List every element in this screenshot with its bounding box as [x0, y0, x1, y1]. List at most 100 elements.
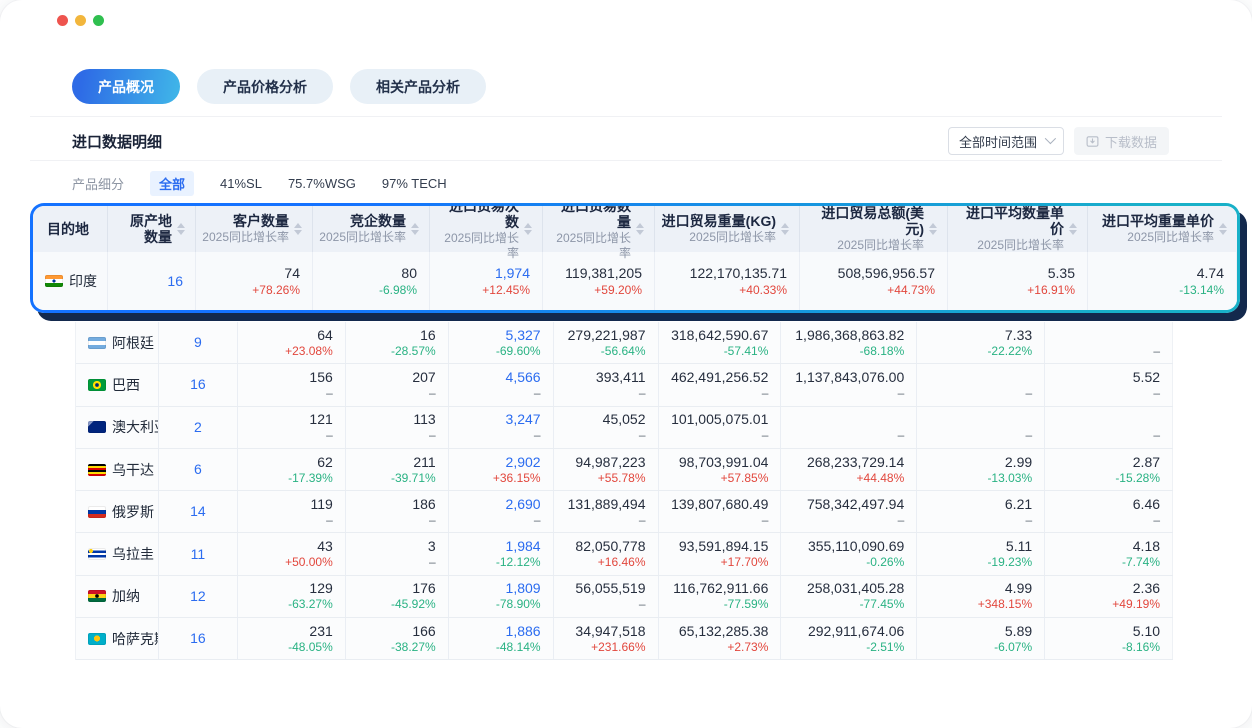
origin-count-link[interactable]: 14 — [190, 503, 206, 520]
metric-value: 2.36 — [1133, 580, 1160, 597]
origin-count-cell: 12 — [159, 576, 238, 617]
origin-count-link[interactable]: 6 — [194, 461, 202, 478]
table-row[interactable]: 加纳12129-63.27%176-45.92%1,809-78.90%56,0… — [76, 576, 1173, 618]
column-header-1[interactable]: 原产地数量 — [108, 206, 196, 252]
table-row[interactable]: 乌拉圭1143+50.00%3–1,984-12.12%82,050,778+1… — [76, 533, 1173, 575]
divider — [30, 160, 1222, 161]
metric-cell-1: 207– — [346, 364, 449, 405]
import-data-table: 阿根廷964+23.08%16-28.57%5,327-69.60%279,22… — [75, 322, 1173, 660]
column-title: 目的地 — [47, 221, 89, 237]
metric-cell-1: 166-38.27% — [346, 618, 449, 659]
metric-value: 16 — [420, 327, 436, 344]
column-header-7[interactable]: 进口贸易总额(美元)2025同比增长率 — [800, 206, 948, 252]
sort-desc-icon — [636, 230, 644, 235]
sort-icon[interactable] — [524, 223, 532, 235]
sort-icon[interactable] — [294, 223, 302, 235]
trade-count-link[interactable]: 1,974 — [495, 264, 530, 282]
metric-cell-6: 5.35+16.91% — [948, 252, 1088, 310]
table-row[interactable]: 阿根廷964+23.08%16-28.57%5,327-69.60%279,22… — [76, 322, 1173, 364]
close-window-icon[interactable] — [57, 15, 68, 26]
table-row[interactable]: 乌干达662-17.39%211-39.71%2,902+36.15%94,98… — [76, 449, 1173, 491]
trade-count-link[interactable]: 1,886 — [506, 623, 541, 640]
yoy-change: – — [762, 386, 769, 401]
time-range-select[interactable]: 全部时间范围 — [948, 127, 1064, 155]
column-header-5[interactable]: 进口贸易数量2025同比增长率 — [543, 206, 655, 252]
yoy-change: – — [429, 513, 436, 528]
column-header-4[interactable]: 进口贸易次数2025同比增长率 — [430, 206, 543, 252]
tab-product-price-analysis[interactable]: 产品价格分析 — [197, 69, 333, 104]
sort-icon[interactable] — [411, 223, 419, 235]
metric-cell-0: 62-17.39% — [238, 449, 346, 490]
flag-uganda-icon — [88, 464, 106, 476]
origin-count-cell: 11 — [159, 533, 238, 574]
column-header-2[interactable]: 客户数量2025同比增长率 — [196, 206, 313, 252]
origin-count-cell: 2 — [159, 407, 238, 448]
yoy-change: +23.08% — [285, 344, 333, 359]
sort-icon[interactable] — [1219, 223, 1227, 235]
origin-count-link[interactable]: 12 — [190, 588, 206, 605]
trade-count-link[interactable]: 2,690 — [506, 496, 541, 513]
country-name: 哈萨克斯坦 — [112, 629, 159, 649]
metric-cell-1: 211-39.71% — [346, 449, 449, 490]
table-row[interactable]: 哈萨克斯坦16231-48.05%166-38.27%1,886-48.14%3… — [76, 618, 1173, 660]
trade-count-link[interactable]: 5,327 — [506, 327, 541, 344]
origin-count-link[interactable]: 9 — [194, 334, 202, 351]
flag-india-icon — [45, 275, 63, 287]
column-header-8[interactable]: 进口平均数量单价2025同比增长率 — [948, 206, 1088, 252]
table-row[interactable]: 澳大利亚2121–113–3,247–45,052–101,005,075.01… — [76, 407, 1173, 449]
yoy-change: -56.64% — [601, 344, 646, 359]
trade-count-link[interactable]: 3,247 — [506, 411, 541, 428]
yoy-change: +12.45% — [482, 282, 530, 298]
column-header-9[interactable]: 进口平均重量单价2025同比增长率 — [1088, 206, 1237, 252]
origin-count-link[interactable]: 16 — [190, 376, 206, 393]
metric-cell-2: 4,566– — [449, 364, 554, 405]
column-header-3[interactable]: 竞企数量2025同比增长率 — [313, 206, 430, 252]
metric-value: 279,221,987 — [568, 327, 646, 344]
origin-count-link[interactable]: 16 — [167, 272, 183, 290]
column-header-text: 进口贸易总额(美元)2025同比增长率 — [806, 206, 924, 253]
maximize-window-icon[interactable] — [93, 15, 104, 26]
table-row[interactable]: 巴西16156–207–4,566–393,411–462,491,256.52… — [76, 364, 1173, 406]
download-data-button[interactable]: 下载数据 — [1074, 127, 1169, 155]
table-row[interactable]: 俄罗斯14119–186–2,690–131,889,494–139,807,6… — [76, 491, 1173, 533]
origin-count-link[interactable]: 16 — [190, 630, 206, 647]
metric-value: 5.35 — [1048, 264, 1075, 282]
tab-related-product-analysis[interactable]: 相关产品分析 — [350, 69, 486, 104]
yoy-change: -78.90% — [496, 597, 541, 612]
metric-cell-7: 5.52– — [1045, 364, 1173, 405]
sort-icon[interactable] — [636, 223, 644, 235]
origin-count-link[interactable]: 11 — [191, 546, 206, 563]
sort-icon[interactable] — [781, 223, 789, 235]
metric-value: 355,110,090.69 — [808, 538, 904, 555]
tab-product-overview[interactable]: 产品概况 — [72, 69, 180, 104]
origin-count-link[interactable]: 2 — [194, 419, 202, 436]
trade-count-link[interactable]: 4,566 — [506, 369, 541, 386]
column-title: 进口贸易次数 — [436, 206, 519, 230]
yoy-change: +2.73% — [727, 640, 768, 655]
segment-41sl[interactable]: 41%SL — [220, 176, 262, 191]
flag-kazakhstan-icon — [88, 633, 106, 645]
trade-count-link[interactable]: 1,984 — [506, 538, 541, 555]
sort-desc-icon — [294, 230, 302, 235]
metric-cell-4: 139,807,680.49– — [659, 491, 782, 532]
segment-97tech[interactable]: 97% TECH — [382, 176, 447, 191]
metric-cell-1: 176-45.92% — [346, 576, 449, 617]
yoy-change: -12.12% — [496, 555, 541, 570]
sort-icon[interactable] — [929, 223, 937, 235]
metric-value: 5.11 — [1006, 538, 1032, 555]
minimize-window-icon[interactable] — [75, 15, 86, 26]
sort-icon[interactable] — [177, 223, 185, 235]
segment-all[interactable]: 全部 — [150, 171, 194, 196]
pinned-row-india[interactable]: 印度1674+78.26%80-6.98%1,974+12.45%119,381… — [33, 252, 1237, 310]
trade-count-link[interactable]: 1,809 — [506, 580, 541, 597]
trade-count-link[interactable]: 2,902 — [506, 454, 541, 471]
metric-cell-4: 462,491,256.52– — [659, 364, 782, 405]
metric-cell-2: 1,886-48.14% — [449, 618, 554, 659]
yoy-change: – — [762, 513, 769, 528]
yoy-change: – — [326, 386, 333, 401]
segment-757wsg[interactable]: 75.7%WSG — [288, 176, 356, 191]
sort-icon[interactable] — [1069, 223, 1077, 235]
country-name: 俄罗斯 — [112, 502, 154, 522]
column-header-6[interactable]: 进口贸易重量(KG)2025同比增长率 — [655, 206, 800, 252]
flag-argentina-icon — [88, 337, 106, 349]
